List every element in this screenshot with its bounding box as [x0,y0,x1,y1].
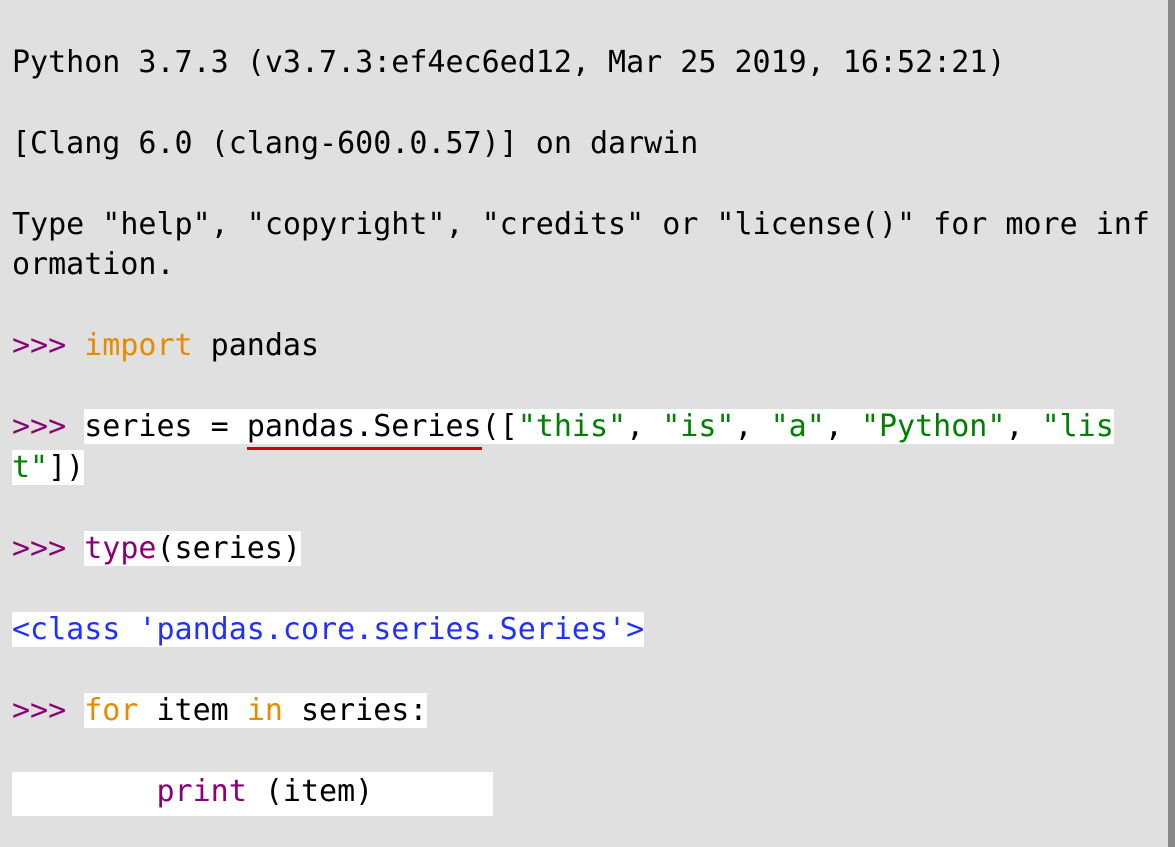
code-text: pandas [193,328,319,363]
code-text: , [735,409,771,444]
code-text: , [825,409,861,444]
keyword-for: for [84,693,138,728]
string-literal: "is" [662,409,734,444]
code-text: , [626,409,662,444]
prompt-symbol: >>> [12,531,84,566]
input-line-type: >>> type(series) [12,529,1165,570]
underlined-call: pandas.Series [247,407,482,448]
python-shell[interactable]: Python 3.7.3 (v3.7.3:ef4ec6ed12, Mar 25 … [0,0,1175,847]
code-text: series: [283,693,428,728]
code-text: (item) [247,774,373,809]
output-line-type: <class 'pandas.core.series.Series'> [12,610,1165,651]
code-text: item [138,693,246,728]
builtin-type: type [84,531,156,566]
prompt-symbol: >>> [12,328,84,363]
input-line-print: print (item) [12,772,1165,817]
string-literal: "a" [771,409,825,444]
banner-line-3: Type "help", "copyright", "credits" or "… [12,205,1165,286]
indent [12,774,157,809]
banner-line-1: Python 3.7.3 (v3.7.3:ef4ec6ed12, Mar 25 … [12,43,1165,84]
keyword-import: import [84,328,192,363]
code-text: ]) [48,450,84,485]
prompt-symbol: >>> [12,409,84,444]
string-literal: "Python" [861,409,1006,444]
string-literal: "this" [518,409,626,444]
input-line-import: >>> import pandas [12,326,1165,367]
banner-line-2: [Clang 6.0 (clang-600.0.57)] on darwin [12,124,1165,165]
code-text: (series) [157,531,302,566]
input-line-for: >>> for item in series: [12,691,1165,732]
output-text: <class 'pandas.core.series.Series'> [12,612,644,647]
code-text: , [1005,409,1041,444]
prompt-symbol: >>> [12,693,84,728]
input-line-series: >>> series = pandas.Series(["this", "is"… [12,407,1165,488]
code-text: ([ [482,409,518,444]
code-text: series = [84,409,247,444]
keyword-in: in [247,693,283,728]
builtin-print: print [157,774,247,809]
vertical-scrollbar[interactable] [1168,0,1175,847]
